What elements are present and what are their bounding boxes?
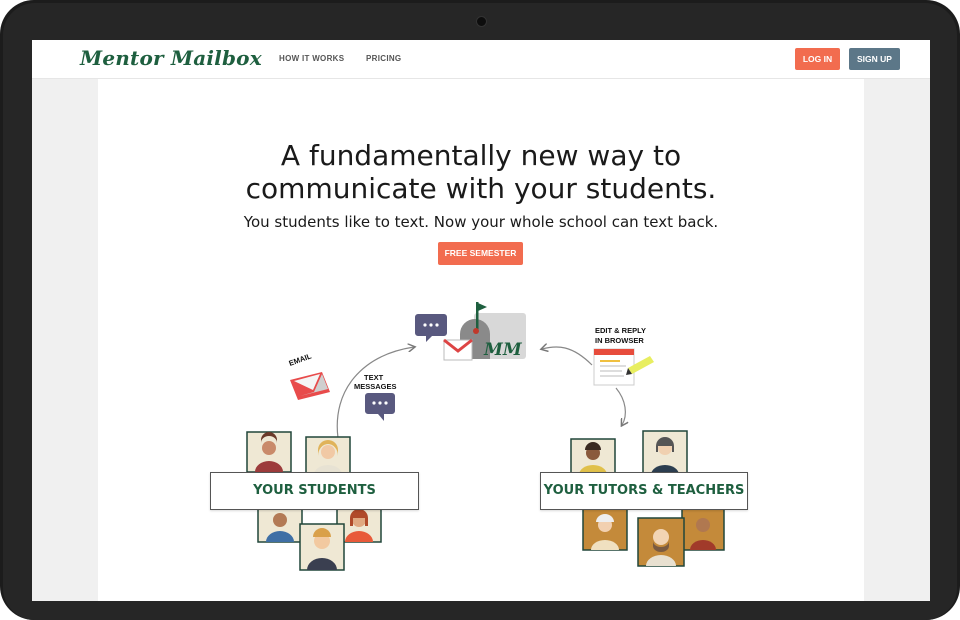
- avatar-teacher-5: [637, 517, 685, 567]
- mailbox-envelope-icon: [443, 338, 473, 361]
- email-icon: [290, 372, 330, 400]
- avatar-teacher-4: [681, 507, 725, 551]
- browser-window-icon: [593, 348, 654, 386]
- avatar-teacher-1: [570, 438, 616, 476]
- avatar-student-1: [246, 431, 292, 473]
- laptop-frame: Mentor Mailbox HOW IT WORKS PRICING LOG …: [0, 0, 960, 620]
- mailbox-letters: MM: [483, 340, 523, 360]
- workflow-diagram: MM EMAIL TEXT MESSAGES EDIT & REPLY IN B…: [246, 302, 725, 571]
- arrow-browser-to-teachers: [615, 387, 625, 425]
- avatar-student-2: [305, 436, 351, 476]
- browser-screen: Mentor Mailbox HOW IT WORKS PRICING LOG …: [32, 40, 930, 601]
- in-browser-label: IN BROWSER: [595, 336, 644, 345]
- camera-dot: [476, 16, 487, 27]
- edit-reply-label: EDIT & REPLY: [595, 326, 646, 335]
- email-label: EMAIL: [288, 351, 313, 368]
- students-label-box: YOUR STUDENTS: [210, 472, 419, 510]
- text-message-bubble-icon: [365, 393, 395, 421]
- mailbox-chat-bubble-icon: [415, 314, 447, 342]
- avatar-teacher-3: [582, 507, 628, 551]
- teachers-label-box: YOUR TUTORS & TEACHERS: [540, 472, 748, 510]
- avatar-student-5: [299, 523, 345, 571]
- avatar-teacher-2: [642, 430, 688, 476]
- text-label: TEXT: [364, 373, 384, 382]
- messages-label: MESSAGES: [354, 382, 397, 391]
- arrow-students-to-mailbox: [336, 347, 414, 439]
- arrow-browser-to-mailbox: [542, 347, 593, 366]
